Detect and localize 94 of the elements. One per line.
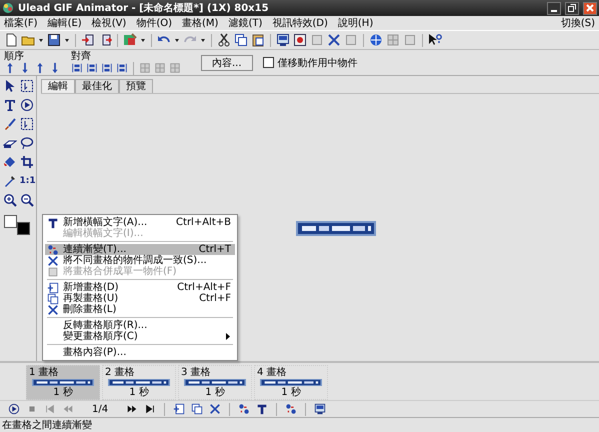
background-color-swatch[interactable] — [17, 222, 30, 235]
frame-duration: 1 秒 — [53, 387, 73, 399]
frame-thumbnail[interactable]: 1 畫格 1 秒 — [26, 365, 100, 400]
menu-item[interactable]: 物件(O) — [135, 16, 174, 30]
foreground-color-swatch[interactable] — [4, 215, 17, 228]
dropper-icon[interactable] — [2, 174, 16, 188]
checkbox-label: 僅移動作用中物件 — [278, 56, 358, 70]
frame-icon[interactable] — [314, 403, 326, 415]
lasso-icon[interactable] — [20, 136, 34, 150]
submenu-arrow-icon — [226, 333, 231, 340]
menu-item[interactable]: 新增畫格(D) Ctrl+Alt+F — [45, 282, 235, 293]
frame-label: 1 畫格 — [28, 367, 59, 378]
import-icon[interactable] — [81, 33, 95, 47]
page-icon[interactable] — [4, 33, 18, 47]
morph-icon[interactable] — [285, 403, 298, 415]
text-tool-icon[interactable] — [2, 98, 16, 112]
banner-icon[interactable] — [256, 403, 268, 415]
tab[interactable]: 編輯 — [41, 79, 75, 93]
app-icon — [2, 2, 14, 14]
group-label: 對齊 — [71, 50, 92, 62]
next-icon[interactable] — [126, 403, 138, 415]
frame-duration: 1 秒 — [205, 387, 225, 399]
frame-thumbnail[interactable]: 3 畫格 1 秒 — [178, 365, 252, 400]
copy-icon[interactable] — [234, 33, 248, 47]
properties-button[interactable]: 內容... — [201, 54, 253, 70]
align-icon[interactable] — [101, 62, 113, 74]
copy-icon[interactable] — [191, 403, 204, 415]
play-icon[interactable] — [20, 98, 34, 112]
globe-icon[interactable] — [369, 33, 383, 47]
delete-icon[interactable] — [47, 304, 59, 316]
copy-icon[interactable] — [47, 292, 59, 304]
status-text: 在畫格之間連續漸變 — [2, 418, 92, 432]
menu-item[interactable]: 切換(S) — [560, 16, 596, 30]
checkbox[interactable] — [262, 57, 274, 68]
minimize-button[interactable] — [547, 2, 561, 14]
menu-item[interactable]: 再製畫格(U) Ctrl+F — [45, 293, 235, 304]
menu-item[interactable]: 檢視(V) — [90, 16, 128, 30]
tab[interactable]: 預覽 — [119, 79, 153, 93]
morph-icon[interactable] — [47, 244, 59, 256]
menu-item[interactable]: 反轉畫格順序(R)... — [45, 320, 235, 331]
menu-item[interactable]: 濾鏡(T) — [227, 16, 264, 30]
marquee-icon[interactable] — [20, 117, 34, 131]
frame-thumbnail[interactable]: 4 畫格 1 秒 — [254, 365, 328, 400]
menu-item[interactable]: 新增橫幅文字(A)... Ctrl+Alt+B — [45, 217, 235, 228]
marquee-icon[interactable] — [20, 79, 34, 93]
zoom-in-icon[interactable] — [2, 193, 16, 207]
menu-item[interactable]: 檔案(F) — [3, 16, 39, 30]
cut-icon[interactable] — [217, 33, 231, 47]
menu-item[interactable]: 刪除畫格(L) — [45, 304, 235, 315]
actual-size-button[interactable]: 1:1 — [20, 174, 34, 188]
bucket-icon[interactable] — [2, 155, 16, 169]
close-icon — [586, 4, 594, 12]
align-icon[interactable] — [116, 62, 128, 74]
crop-icon[interactable] — [20, 155, 34, 169]
frame-counter: 1/4 — [92, 404, 108, 414]
menu-item[interactable]: 說明(H) — [336, 16, 374, 30]
delete-icon[interactable] — [47, 254, 59, 266]
menu-item[interactable]: 視訊特效(D) — [271, 16, 329, 30]
align-icon[interactable] — [71, 62, 83, 74]
add-frame-icon[interactable] — [173, 403, 186, 415]
tab[interactable]: 最佳化 — [75, 79, 119, 93]
paste-icon[interactable] — [251, 33, 265, 47]
menu-item[interactable]: 編輯(E) — [46, 16, 83, 30]
menu-item[interactable]: 連續漸變(T)... Ctrl+T — [45, 244, 235, 255]
group-label: 順序 — [4, 51, 25, 62]
brush-icon[interactable] — [2, 117, 16, 131]
badge-icon[interactable] — [293, 33, 307, 47]
delete-icon[interactable] — [327, 33, 341, 47]
play-icon[interactable] — [8, 403, 20, 415]
frame-label: 3 畫格 — [180, 367, 211, 378]
restore-button[interactable] — [565, 2, 579, 14]
help-icon[interactable] — [428, 33, 442, 47]
frame-duration: 1 秒 — [281, 387, 301, 399]
restore-icon — [568, 4, 576, 12]
menu-item[interactable]: 變更畫格順序(C) — [45, 331, 235, 342]
palette-icon[interactable] — [123, 33, 137, 47]
morph-icon[interactable] — [238, 403, 250, 415]
window-title: Ulead GIF Animator - [未命名標題*] (1X) 80x15 — [18, 2, 269, 15]
zoom-out-icon[interactable] — [20, 193, 34, 207]
frame-label: 2 畫格 — [104, 367, 135, 378]
frame-icon[interactable] — [276, 33, 290, 47]
close-button[interactable] — [583, 2, 597, 14]
menu-item[interactable]: 畫格(M) — [181, 16, 220, 30]
frame-thumbnail[interactable]: 2 畫格 1 秒 — [102, 365, 176, 400]
save-icon[interactable] — [47, 33, 61, 47]
last-icon[interactable] — [144, 403, 156, 415]
menu-item[interactable]: 畫格內容(P)... — [45, 347, 235, 358]
frame-duration: 1 秒 — [129, 387, 149, 399]
menu-item[interactable]: 將不同畫格的物件調成一致(S)... — [45, 255, 235, 266]
delete-icon[interactable] — [209, 403, 222, 415]
add-frame-icon[interactable] — [47, 282, 59, 294]
frame-label: 4 畫格 — [256, 367, 287, 378]
align-icon[interactable] — [86, 62, 98, 74]
banner-icon[interactable] — [47, 216, 59, 228]
